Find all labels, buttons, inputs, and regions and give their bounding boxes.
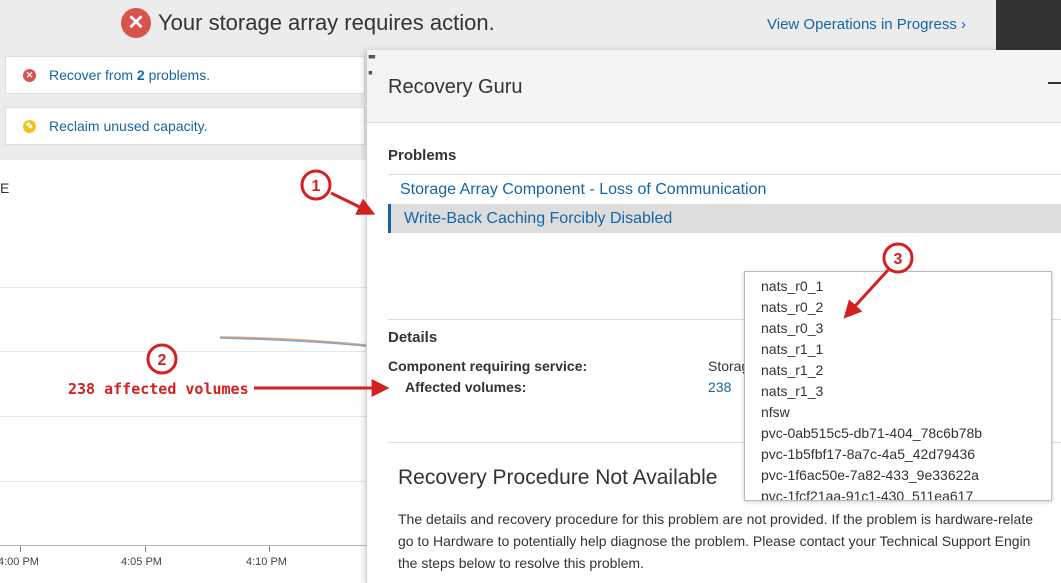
series-lines — [219, 336, 366, 347]
problems-list: Storage Array Component - Loss of Commun… — [388, 174, 1061, 233]
performance-chart: E 4:00 PM 4:05 PM 4:10 PM — [0, 160, 366, 583]
wrench-icon: ✎ — [23, 120, 36, 133]
affected-volumes-label: Affected volumes: — [405, 379, 527, 395]
volume-item: nfsw — [761, 404, 790, 420]
drag-handle-icon[interactable]: ▪▪ ▪ — [368, 48, 376, 80]
error-icon: ✕ — [23, 69, 36, 82]
problem-item[interactable]: Storage Array Component - Loss of Commun… — [388, 175, 1061, 204]
dialog-header: Recovery Guru — [367, 50, 1061, 123]
recover-problems-alert[interactable]: ✕ Recover from 2 problems. — [5, 56, 365, 94]
details-heading: Details — [388, 329, 438, 346]
problem-item-selected[interactable]: Write-Back Caching Forcibly Disabled — [388, 204, 1061, 233]
procedure-line: go to Hardware to potentially help diagn… — [398, 533, 1031, 549]
reclaim-capacity-alert[interactable]: ✎ Reclaim unused capacity. — [5, 107, 365, 145]
volume-item: nats_r0_2 — [761, 299, 824, 315]
error-icon: ✕ — [121, 8, 151, 38]
banner-title: Your storage array requires action. — [158, 10, 495, 35]
procedure-line: the steps below to resolve this problem. — [398, 555, 644, 571]
component-label: Component requiring service: — [388, 358, 588, 374]
recover-link[interactable]: Recover from 2 problems. — [49, 67, 210, 83]
procedure-title: Recovery Procedure Not Available — [398, 466, 718, 489]
affected-volumes-popup[interactable]: nats_r0_1 nats_r0_2 nats_r0_3 nats_r1_1 … — [744, 271, 1052, 501]
procedure-line: The details and recovery procedure for t… — [398, 511, 1033, 527]
volume-item: nats_r1_3 — [761, 383, 824, 399]
volume-item: pvc-0ab515c5-db71-404_78c6b78b — [761, 425, 983, 441]
annotation-note: 238 affected volumes — [68, 380, 249, 398]
header-dark-area — [996, 0, 1061, 50]
volume-item: pvc-1fcf21aa-91c1-430_511ea617 — [761, 488, 974, 501]
x-tick-label: 4:05 PM — [121, 556, 162, 568]
x-tick-label: 4:10 PM — [246, 556, 287, 568]
volume-item: pvc-1f6ac50e-7a82-433_9e33622a — [761, 467, 979, 483]
x-tick-mark — [145, 546, 146, 552]
x-tick-mark — [269, 546, 270, 552]
status-banner: ✕ Your storage array requires action. Vi… — [0, 0, 995, 50]
procedure-text: The details and recovery procedure for t… — [398, 508, 1061, 574]
reclaim-link[interactable]: Reclaim unused capacity. — [49, 118, 207, 134]
volume-item: nats_r0_1 — [761, 278, 824, 294]
volume-item: nats_r1_1 — [761, 341, 824, 357]
problems-heading: Problems — [388, 147, 457, 164]
x-tick-mark — [20, 546, 21, 552]
minimize-icon[interactable] — [1048, 82, 1061, 84]
affected-volumes-link[interactable]: 238 — [708, 379, 731, 395]
volume-item: nats_r1_2 — [761, 362, 824, 378]
x-tick-label: 4:00 PM — [0, 556, 39, 568]
view-operations-link[interactable]: View Operations in Progress › — [767, 16, 966, 33]
volume-item: pvc-1b5fbf17-8a7c-4a5_42d79436 — [761, 446, 976, 462]
volume-item: nats_r0_3 — [761, 320, 824, 336]
dialog-title: Recovery Guru — [388, 76, 523, 98]
